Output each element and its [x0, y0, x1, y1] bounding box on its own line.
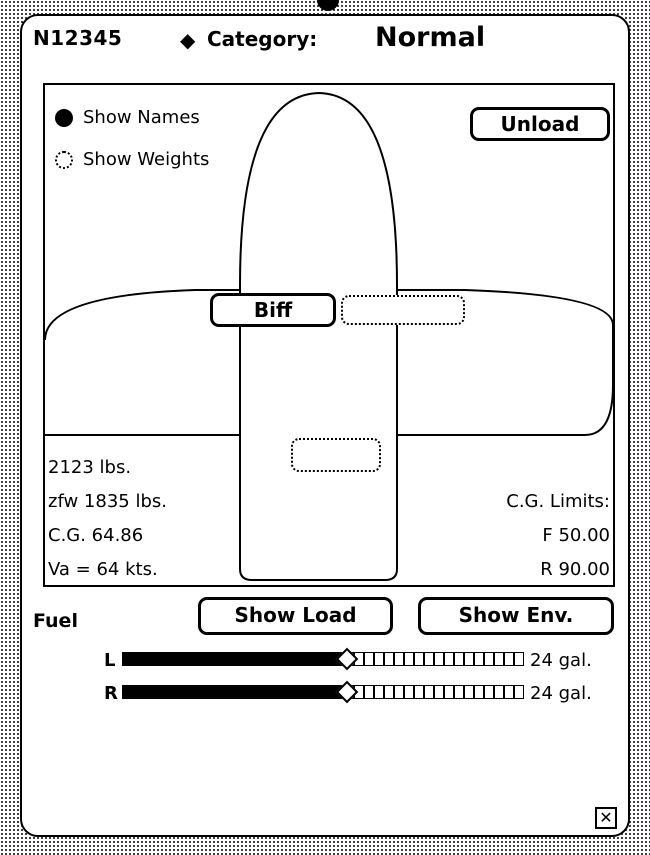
show-env-button[interactable]: Show Env.: [418, 597, 614, 635]
seat-rear[interactable]: [291, 438, 381, 472]
fuselage-outline: [239, 91, 398, 581]
right-fuel-slider[interactable]: [122, 680, 524, 704]
cg-value: C.G. 64.86: [48, 525, 144, 546]
cg-limit-forward: F 50.00: [542, 525, 610, 546]
show-names-label: Show Names: [83, 107, 200, 128]
seat-front-left[interactable]: Biff: [210, 293, 336, 327]
loading-panel: Show Names Show Weights Unload Biff 2123…: [43, 83, 615, 587]
left-fuel-fill: [123, 653, 347, 665]
show-names-radio[interactable]: [55, 109, 73, 127]
right-fuel-capacity: 24 gal.: [530, 683, 592, 704]
category-value[interactable]: Normal: [375, 22, 485, 53]
fuel-label: Fuel: [33, 610, 78, 632]
cg-limits-label: C.G. Limits:: [506, 491, 610, 512]
category-popup-icon[interactable]: ◆: [180, 28, 195, 52]
show-load-button[interactable]: Show Load: [198, 597, 393, 635]
seat-front-right[interactable]: [341, 295, 465, 325]
show-weights-radio[interactable]: [55, 151, 73, 169]
right-tank-letter: R: [104, 683, 118, 704]
right-fuel-fill: [123, 686, 347, 698]
window-drag-notch[interactable]: [317, 0, 339, 11]
cg-limit-rear: R 90.00: [540, 559, 610, 580]
show-weights-option[interactable]: Show Weights: [55, 149, 209, 170]
category-label[interactable]: Category:: [207, 27, 317, 51]
show-names-option[interactable]: Show Names: [55, 107, 200, 128]
left-fuel-capacity: 24 gal.: [530, 650, 592, 671]
unload-button[interactable]: Unload: [470, 107, 610, 141]
tail-number: N12345: [33, 26, 123, 50]
left-tank-letter: L: [104, 650, 116, 671]
gross-weight: 2123 lbs.: [48, 457, 132, 478]
close-box-icon[interactable]: ✕: [595, 807, 617, 829]
left-fuel-slider[interactable]: [122, 647, 524, 671]
maneuvering-speed: Va = 64 kts.: [48, 559, 158, 580]
zero-fuel-weight: zfw 1835 lbs.: [48, 491, 167, 512]
show-weights-label: Show Weights: [83, 149, 210, 170]
